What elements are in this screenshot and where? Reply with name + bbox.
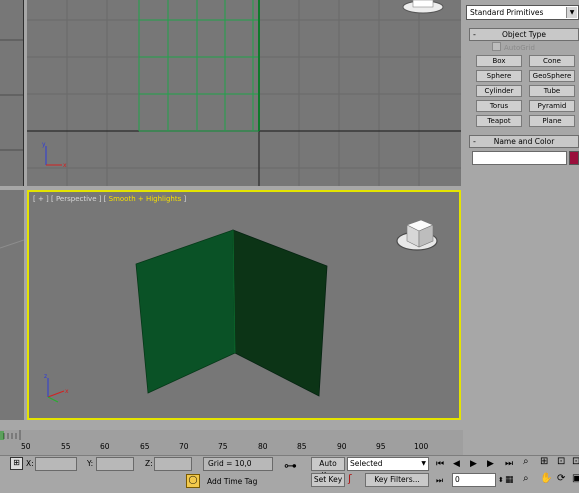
time-configuration-icon[interactable]: ▦ — [505, 475, 514, 485]
absolute-mode-icon[interactable]: ⊞ — [10, 457, 23, 470]
zoom-all-icon[interactable]: ⊞ — [540, 457, 548, 467]
frame-spinner-icon[interactable]: ⬍ — [498, 475, 504, 485]
left-viewport-bottom-grid — [0, 239, 24, 249]
name-and-color-title: Name and Color — [493, 137, 555, 146]
timeline-label: 65 — [140, 442, 150, 451]
top-viewport[interactable]: x y — [27, 0, 461, 186]
category-value: Standard Primitives — [470, 8, 544, 17]
pyramid-button[interactable]: Pyramid — [529, 100, 575, 112]
cone-button[interactable]: Cone — [529, 55, 575, 67]
zoom-icon[interactable]: ⌕ — [523, 457, 529, 467]
sphere-button[interactable]: Sphere — [476, 70, 522, 82]
object-color-swatch[interactable] — [569, 151, 579, 165]
zoom-extents-icon[interactable]: ⊡ — [557, 457, 565, 467]
plane-left-face[interactable] — [135, 229, 236, 394]
key-mode-value: Selected — [350, 459, 383, 468]
timeline-label: 75 — [218, 442, 228, 451]
go-to-start-icon[interactable]: ⏮ — [436, 459, 444, 469]
geosphere-button[interactable]: GeoSphere — [529, 70, 575, 82]
z-label: Z: — [145, 459, 153, 468]
key-filters-button[interactable]: Key Filters... — [365, 473, 429, 487]
previous-frame-icon[interactable]: ◀ — [453, 459, 460, 469]
object-name-input[interactable] — [472, 151, 567, 165]
top-viewcube-icon[interactable] — [402, 0, 444, 14]
pan-hand-icon[interactable]: ✋ — [540, 474, 552, 484]
svg-text:x: x — [65, 388, 69, 395]
collapse-icon[interactable]: - — [473, 29, 476, 40]
top-viewport-grid: x y — [27, 0, 461, 186]
y-coordinate-field[interactable] — [96, 457, 134, 471]
timeline-label: 70 — [179, 442, 189, 451]
svg-text:x: x — [63, 162, 67, 169]
perspective-viewport-label[interactable]: [ + ] [ Perspective ] [ Smooth + Highlig… — [33, 195, 186, 203]
next-frame-icon[interactable]: ▶ — [487, 459, 494, 469]
left-viewport-top[interactable] — [0, 0, 24, 186]
current-frame-field[interactable]: 0 — [452, 473, 496, 487]
tube-button[interactable]: Tube — [529, 85, 575, 97]
primitive-category-dropdown[interactable]: Standard Primitives ▼ — [466, 5, 579, 20]
svg-text:z: z — [44, 373, 47, 380]
perspective-axis-tripod: x z — [44, 373, 69, 403]
teapot-button[interactable]: Teapot — [476, 115, 522, 127]
x-coordinate-field[interactable] — [35, 457, 77, 471]
autogrid-checkbox[interactable]: AutoGrid — [492, 42, 535, 52]
cylinder-button[interactable]: Cylinder — [476, 85, 522, 97]
viewport-label-prefix[interactable]: [ + ] [ Perspective ] [ — [33, 195, 109, 203]
shading-mode-label[interactable]: Smooth + Highlights — [109, 195, 182, 203]
perspective-viewcube-icon[interactable] — [396, 219, 438, 251]
orbit-icon[interactable]: ⟳ — [557, 474, 565, 484]
timeline-label: 80 — [258, 442, 268, 451]
key-icon[interactable]: ⊶ — [284, 460, 297, 473]
add-time-tag-label[interactable]: Add Time Tag — [207, 477, 257, 486]
svg-text:y: y — [42, 141, 46, 148]
object-type-rollout-header[interactable]: - Object Type — [469, 28, 579, 41]
timeline-ticks — [0, 430, 21, 440]
name-and-color-rollout-header[interactable]: - Name and Color — [469, 135, 579, 148]
z-coordinate-field[interactable] — [154, 457, 192, 471]
timeline-label: 60 — [100, 442, 110, 451]
plane-wireframe[interactable] — [138, 0, 259, 132]
top-axis-tripod: x y — [42, 141, 67, 169]
timeline-label: 55 — [61, 442, 71, 451]
field-of-view-icon[interactable]: ⌕ — [523, 474, 529, 484]
plane-right-face[interactable] — [232, 229, 328, 397]
left-viewport-bottom[interactable] — [0, 190, 24, 420]
grid-size-readout: Grid = 10,0 — [203, 457, 273, 471]
perspective-scene: x z — [44, 219, 438, 403]
maximize-viewport-icon[interactable]: ▣ — [572, 474, 579, 484]
chevron-down-icon[interactable]: ▼ — [566, 7, 577, 18]
tangent-icon[interactable]: ʃ — [348, 473, 352, 484]
box-button[interactable]: Box — [476, 55, 522, 67]
zoom-extents-all-icon[interactable]: ⊡ — [572, 457, 579, 467]
autogrid-label: AutoGrid — [504, 44, 535, 52]
go-to-end-icon[interactable]: ⏭ — [505, 459, 513, 469]
timeline-label: 50 — [21, 442, 31, 451]
x-label: X: — [26, 459, 34, 468]
auto-key-button[interactable]: Auto Key — [311, 457, 345, 480]
plane-button[interactable]: Plane — [529, 115, 575, 127]
checkbox-icon[interactable] — [492, 42, 501, 51]
left-viewport-grid — [0, 39, 23, 151]
timeline-label: 90 — [337, 442, 347, 451]
timeline-label: 100 — [414, 442, 429, 451]
key-mode-toggle-icon[interactable]: ⏭ — [436, 476, 443, 486]
key-mode-dropdown[interactable]: Selected ▼ — [347, 457, 429, 471]
timeline-label: 95 — [376, 442, 386, 451]
y-label: Y: — [87, 459, 94, 468]
set-key-button[interactable]: Set Key — [311, 473, 345, 487]
torus-button[interactable]: Torus — [476, 100, 522, 112]
perspective-viewport[interactable]: [ + ] [ Perspective ] [ Smooth + Highlig… — [27, 190, 461, 420]
object-type-title: Object Type — [501, 30, 547, 39]
timeline-label: 85 — [297, 442, 307, 451]
time-tag-icon[interactable]: ◯ — [186, 474, 200, 488]
collapse-icon[interactable]: - — [473, 136, 476, 147]
play-icon[interactable]: ▶ — [470, 459, 477, 469]
chevron-down-icon[interactable]: ▼ — [421, 458, 426, 470]
viewport-label-suffix: ] — [181, 195, 187, 203]
